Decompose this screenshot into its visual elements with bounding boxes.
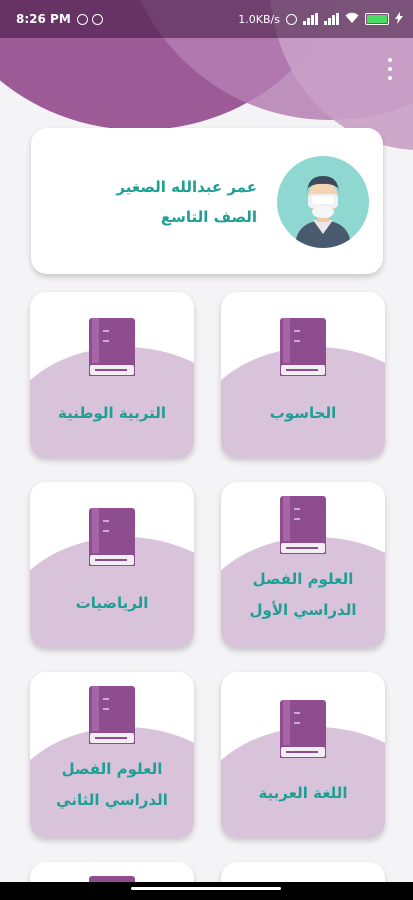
subject-card-national-education[interactable]: التربية الوطنية — [30, 292, 194, 458]
subject-card-computer[interactable]: الحاسوب — [221, 292, 385, 458]
battery-icon — [365, 13, 389, 25]
subject-card-arabic[interactable]: اللغة العربية — [221, 672, 385, 838]
subject-label: الرياضيات — [75, 593, 149, 612]
subject-card-science-term-1[interactable]: العلوم الفصل الدراسي الأول — [221, 482, 385, 648]
student-avatar-icon — [295, 176, 351, 248]
status-time: 8:26 PM — [16, 12, 71, 26]
charging-icon — [395, 11, 403, 27]
student-grade: الصف التاسع — [160, 208, 257, 226]
home-gesture-handle[interactable] — [131, 887, 281, 890]
student-name: عمر عبدالله الصغير — [116, 178, 257, 196]
navigation-bar — [0, 882, 413, 900]
wifi-icon — [345, 12, 359, 27]
book-icon — [89, 686, 135, 744]
avatar — [277, 156, 369, 248]
signal-2-icon — [324, 13, 339, 25]
network-speed: 1.0KB/s — [238, 12, 280, 26]
alarm-icon — [286, 13, 297, 25]
subject-label: العلوم الفصل الدراسي الثاني — [56, 760, 168, 809]
subject-card-math[interactable]: الرياضيات — [30, 482, 194, 648]
subject-label: التربية الوطنية — [58, 403, 166, 422]
subject-label: العلوم الفصل الدراسي الأول — [249, 570, 357, 619]
notification-icon — [76, 13, 88, 25]
subject-label: الحاسوب — [269, 403, 337, 422]
subject-card-science-term-2[interactable]: العلوم الفصل الدراسي الثاني — [30, 672, 194, 838]
status-bar: 8:26 PM 1.0KB/s — [0, 0, 413, 38]
profile-card[interactable]: عمر عبدالله الصغير الصف التاسع — [31, 128, 383, 274]
subject-label: اللغة العربية — [258, 783, 348, 802]
book-icon — [280, 496, 326, 554]
more-options-icon[interactable] — [385, 58, 395, 80]
sync-icon — [91, 13, 103, 25]
signal-icon — [303, 13, 318, 25]
